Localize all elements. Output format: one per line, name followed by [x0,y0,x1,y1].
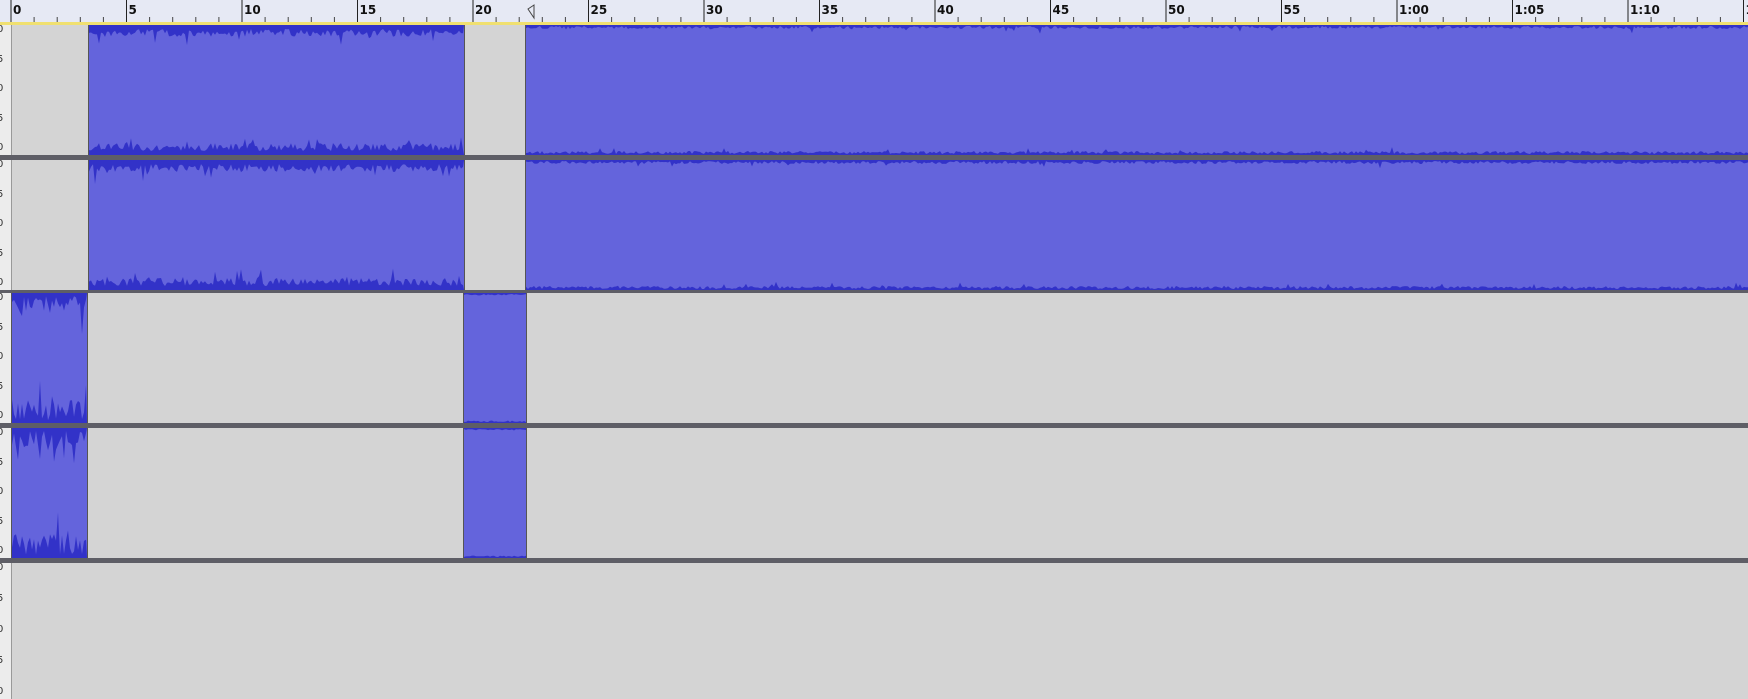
ruler-label: 20 [475,3,492,17]
waveform [526,160,1748,290]
amplitude-label: 0 [0,411,3,421]
track-1-clip-2-right[interactable] [525,160,1748,290]
ruler-label: 1:10 [1630,3,1660,17]
track-2-clip-1[interactable] [11,293,88,423]
amplitude-label: 5 [0,114,3,124]
ruler-label: 0 [13,3,21,17]
track-1-clip-2[interactable] [525,25,1748,155]
ruler-label: 55 [1284,3,1301,17]
waveform-peak-bottom [89,137,464,155]
track-2-clip-2[interactable] [463,293,527,423]
waveform-peak-bottom [12,380,87,423]
ruler-label: 10 [244,3,261,17]
track-1-clip-1[interactable] [88,25,465,155]
amplitude-label: 0 [0,293,3,303]
track-1-left-amplitude-ruler: 0 5 0 5 0 [0,25,12,155]
amplitude-label: 0 [0,84,3,94]
ruler-label: 30 [706,3,723,17]
waveform-peak-top [89,25,464,45]
waveform-peak-bottom [12,512,87,558]
amplitude-label: 5 [0,656,3,666]
ruler-label: 15 [360,3,377,17]
waveform-peak-bottom [526,147,1748,155]
amplitude-label: 0 [0,278,3,288]
waveform [464,428,526,558]
ruler-label: 5 [129,3,137,17]
track-3-channel-left[interactable]: 0 5 0 5 0 [0,563,1748,699]
waveform-peak-top [526,25,1748,34]
track-1-clip-1-right[interactable] [88,160,465,290]
amplitude-label: 5 [0,517,3,527]
track-2-clip-2-right[interactable] [463,428,527,558]
amplitude-label: 5 [0,55,3,65]
timeline-ruler[interactable]: 05101520253035404550551:001:051:101: [0,0,1748,23]
track-2-channel-right[interactable]: 0 5 0 5 0 [0,428,1748,558]
timeline-ruler-scale: 05101520253035404550551:001:051:101: [10,0,1748,22]
waveform [89,160,464,290]
amplitude-label: 0 [0,625,3,635]
amplitude-label: 0 [0,487,3,497]
waveform [526,25,1748,155]
ruler-label: 45 [1053,3,1070,17]
amplitude-label: 5 [0,594,3,604]
waveform [12,293,87,423]
amplitude-label: 0 [0,219,3,229]
track-2-clip-1-right[interactable] [11,428,88,558]
amplitude-label: 0 [0,687,3,697]
amplitude-label: 5 [0,190,3,200]
amplitude-label: 0 [0,563,3,573]
ruler-label: 50 [1168,3,1185,17]
amplitude-label: 5 [0,458,3,468]
waveform-peak-bottom [89,268,464,290]
amplitude-label: 0 [0,428,3,438]
waveform-peak-top [89,160,464,184]
waveform [89,25,464,155]
amplitude-label: 5 [0,382,3,392]
waveform-peak-top [464,293,526,296]
track-1-channel-right[interactable]: 0 5 0 5 0 [0,160,1748,290]
waveform-peak-top [12,428,87,464]
amplitude-label: 0 [0,352,3,362]
ruler-label: 40 [937,3,954,17]
track-2-channel-left[interactable]: 0 5 0 5 0 [0,293,1748,423]
ruler-label: 25 [591,3,608,17]
amplitude-label: 5 [0,249,3,259]
amplitude-label: 0 [0,25,3,35]
tracks-area[interactable]: 0 5 0 5 0 0 5 0 5 0 0 5 0 5 0 0 5 0 5 0 0 5 0 5 0 [0,22,1748,699]
amplitude-label: 0 [0,143,3,153]
waveform [12,428,87,558]
track-1-right-amplitude-ruler: 0 5 0 5 0 [0,160,12,290]
waveform-peak-top [464,428,526,431]
ruler-label: 1:05 [1515,3,1545,17]
ruler-label: 1:00 [1399,3,1429,17]
amplitude-label: 0 [0,160,3,170]
amplitude-label: 0 [0,546,3,556]
amplitude-label: 5 [0,323,3,333]
ruler-label: 35 [822,3,839,17]
waveform [464,293,526,423]
waveform-peak-bottom [526,281,1748,290]
track-3-amplitude-ruler: 0 5 0 5 0 [0,563,12,699]
waveform-peak-top [526,160,1748,169]
waveform-peak-top [12,293,87,334]
track-1-channel-left[interactable]: 0 5 0 5 0 [0,25,1748,155]
playhead-marker-icon[interactable] [527,4,535,20]
